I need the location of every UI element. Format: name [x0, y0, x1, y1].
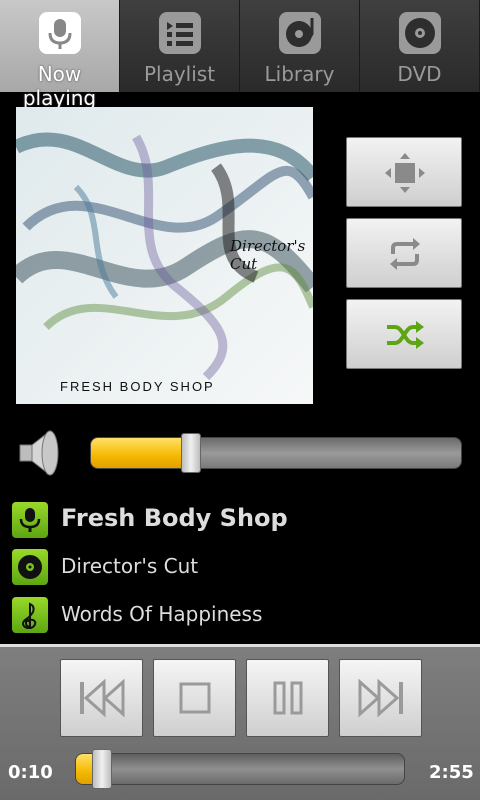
- stop-button[interactable]: [153, 659, 236, 737]
- tab-label: Now playing: [22, 62, 97, 110]
- pause-icon: [273, 681, 303, 715]
- total-time: 2:55: [429, 762, 474, 783]
- tab-library[interactable]: Library: [240, 0, 360, 92]
- next-button[interactable]: [339, 659, 422, 737]
- album-name: Director's Cut: [61, 554, 199, 578]
- speaker-icon[interactable]: [16, 425, 66, 481]
- playlist-icon: [159, 12, 201, 54]
- album-art-title: FRESH BODY SHOP: [60, 379, 215, 394]
- artist-name: Fresh Body Shop: [61, 504, 288, 532]
- skip-next-icon: [358, 678, 403, 718]
- turntable-icon: [279, 12, 321, 54]
- album-art-subtitle: Director's Cut: [230, 237, 306, 273]
- song-title: Words Of Happiness: [61, 602, 263, 626]
- volume-fill: [91, 438, 191, 468]
- elapsed-time: 0:10: [8, 762, 53, 783]
- dpad-button[interactable]: [346, 137, 462, 207]
- tab-now-playing[interactable]: Now playing: [0, 0, 120, 110]
- skip-previous-icon: [80, 678, 125, 718]
- repeat-icon: [390, 238, 420, 270]
- microphone-icon: [39, 12, 81, 54]
- tab-label: DVD: [397, 62, 442, 86]
- treble-clef-icon: [12, 597, 48, 633]
- disc-icon: [399, 12, 441, 54]
- disc-icon: [12, 549, 48, 585]
- microphone-icon: [12, 502, 48, 538]
- seek-slider[interactable]: [75, 749, 405, 789]
- tab-label: Library: [264, 62, 335, 86]
- tab-label: Playlist: [143, 62, 216, 86]
- repeat-button[interactable]: [346, 218, 462, 288]
- playback-controls: 0:10 2:55: [0, 644, 480, 800]
- album-art: Director's Cut FRESH BODY SHOP: [16, 107, 313, 404]
- volume-thumb[interactable]: [181, 433, 201, 473]
- pause-button[interactable]: [246, 659, 329, 737]
- shuffle-button[interactable]: [346, 299, 462, 369]
- seek-thumb[interactable]: [92, 749, 112, 789]
- tab-dvd[interactable]: DVD: [360, 0, 480, 92]
- tab-playlist[interactable]: Playlist: [120, 0, 240, 92]
- dpad-icon: [385, 153, 425, 193]
- previous-button[interactable]: [60, 659, 143, 737]
- volume-slider[interactable]: [90, 433, 462, 473]
- tab-bar: Now playing Playlist Library DVD: [0, 0, 480, 110]
- shuffle-icon: [387, 321, 424, 349]
- stop-icon: [179, 682, 211, 714]
